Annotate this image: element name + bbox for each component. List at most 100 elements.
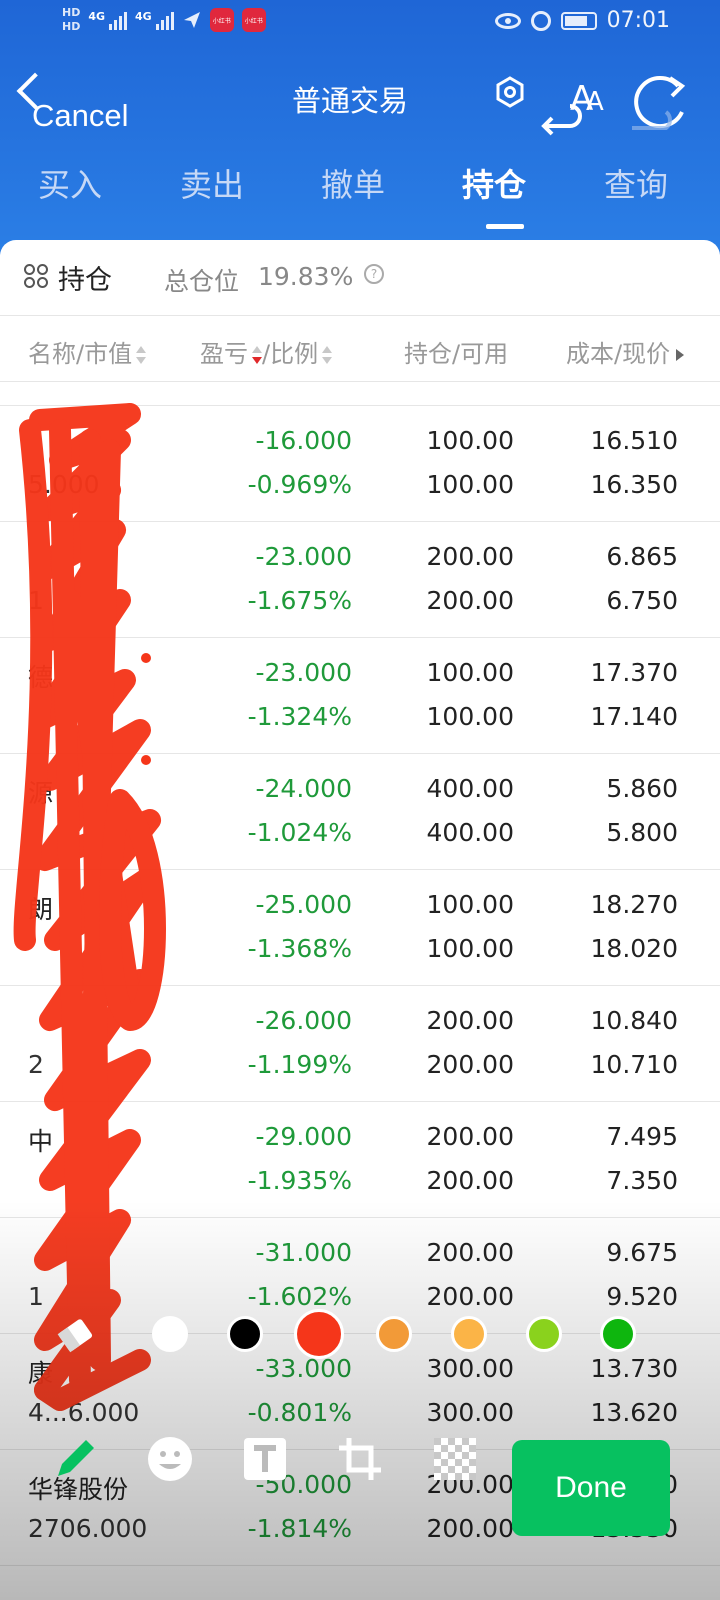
sort-desc-icon	[252, 346, 262, 364]
available-quantity: 100.00	[426, 702, 514, 731]
done-button[interactable]: Done	[512, 1440, 670, 1536]
holding-quantity: 200.00	[426, 542, 514, 571]
cancel-button[interactable]: Cancel	[32, 98, 129, 134]
header-name-value[interactable]: 名称/市值	[28, 334, 147, 369]
cost-price: 6.865	[606, 542, 678, 571]
tab-sell[interactable]: 卖出	[152, 160, 272, 206]
profit-loss-ratio: -1.024%	[247, 818, 352, 847]
table-row[interactable]: 2 -26.000 -1.199% 200.00 200.00 10.840 10.710	[0, 986, 720, 1102]
color-swatch[interactable]	[451, 1316, 487, 1352]
svg-text:A: A	[586, 87, 604, 117]
current-price: 5.800	[606, 818, 678, 847]
undo-icon[interactable]: A A	[540, 78, 610, 140]
refresh-icon[interactable]	[626, 72, 692, 140]
cost-price: 17.370	[590, 658, 678, 687]
tab-positions[interactable]: 持仓	[434, 160, 554, 206]
hexagon-settings-icon[interactable]	[494, 76, 526, 108]
holding-quantity: 100.00	[426, 426, 514, 455]
tab-query[interactable]: 查询	[576, 160, 696, 206]
available-quantity: 100.00	[426, 470, 514, 499]
profit-loss: -16.000	[255, 426, 353, 455]
market-value: 2706.000	[28, 1514, 148, 1543]
color-swatch[interactable]	[376, 1316, 412, 1352]
profit-loss: -26.000	[255, 1006, 353, 1035]
holding-quantity: 100.00	[426, 890, 514, 919]
header-label: 成本/现价	[566, 340, 671, 368]
holding-quantity: 200.00	[426, 1006, 514, 1035]
available-quantity: 200.00	[426, 1514, 514, 1543]
table-row[interactable]: 源 -24.000 -1.024% 400.00 400.00 5.860 5.800	[0, 754, 720, 870]
available-quantity: 200.00	[426, 1166, 514, 1195]
market-value: 2	[28, 1050, 44, 1079]
network-label-1: 4G	[88, 10, 106, 23]
hd-label-1: HD	[62, 6, 81, 19]
nav-bar: Cancel 普通交易 A A	[0, 60, 720, 150]
color-swatch[interactable]	[227, 1316, 263, 1352]
table-row[interactable]: 1 -23.000 -1.675% 200.00 200.00 6.865 6.750	[0, 522, 720, 638]
color-swatch[interactable]	[152, 1316, 188, 1352]
header-cost-price[interactable]: 成本/现价	[566, 334, 685, 369]
emoji-icon[interactable]	[145, 1434, 195, 1484]
signal-icon: 4G	[88, 10, 128, 30]
header-holding-available: 持仓/可用	[404, 334, 508, 369]
available-quantity: 200.00	[426, 1050, 514, 1079]
market-value: 5.000	[28, 470, 100, 499]
network-label-2: 4G	[135, 10, 152, 23]
table-divider	[0, 382, 720, 406]
header-profit-loss[interactable]: 盈亏/比例	[200, 334, 333, 369]
tab-buy[interactable]: 买入	[10, 160, 130, 206]
pencil-icon[interactable]	[50, 1434, 100, 1484]
cost-price: 5.860	[606, 774, 678, 803]
send-icon	[183, 12, 200, 28]
hd-indicator: HD HD	[62, 6, 80, 34]
total-position-label: 总仓位	[164, 267, 240, 296]
cost-price: 9.675	[606, 1238, 678, 1267]
positions-list: 5.000 -16.000 -0.969% 100.00 100.00 16.510 16.…	[0, 406, 720, 1566]
color-swatch[interactable]	[294, 1309, 344, 1359]
header-area: HD HD 4G 4G 小红书 小红书 07:01 Cancel 普通交易 A …	[0, 0, 720, 260]
cost-price: 7.495	[606, 1122, 678, 1151]
text-icon[interactable]	[240, 1434, 290, 1484]
cost-price: 18.270	[590, 890, 678, 919]
profit-loss: -23.000	[255, 658, 353, 687]
header-label: 持仓/可用	[404, 340, 509, 368]
app-badge-icon: 小红书	[241, 8, 266, 32]
color-swatch[interactable]	[600, 1316, 636, 1352]
profit-loss-ratio: -1.324%	[247, 702, 352, 731]
header-label: 盈亏	[200, 340, 248, 368]
app-badge-icon: 小红书	[209, 8, 234, 32]
color-swatch[interactable]	[526, 1316, 562, 1352]
total-position-value: 19.83%	[258, 262, 354, 291]
alarm-icon	[530, 10, 551, 31]
table-header: 名称/市值 盈亏/比例 持仓/可用 成本/现价	[0, 316, 720, 382]
stock-name: 朗	[28, 895, 54, 924]
stock-name: 源	[28, 779, 54, 808]
current-price: 17.140	[590, 702, 678, 731]
current-price: 10.710	[590, 1050, 678, 1079]
mosaic-icon[interactable]	[430, 1434, 480, 1484]
table-row[interactable]: 朗 -25.000 -1.368% 100.00 100.00 18.270 18.020	[0, 870, 720, 986]
current-price: 6.750	[606, 586, 678, 615]
battery-icon	[560, 11, 597, 30]
eraser-icon[interactable]	[54, 1314, 98, 1358]
market-value: 1	[28, 586, 44, 615]
status-time: 07:01	[606, 8, 670, 33]
profit-loss-ratio: -1.675%	[247, 586, 352, 615]
cost-price: 16.510	[590, 426, 678, 455]
header-label: /比例	[262, 340, 319, 368]
crop-icon[interactable]	[335, 1434, 385, 1484]
help-icon[interactable]: ?	[364, 264, 384, 284]
trade-tabs: 买入 卖出 撤单 持仓 查询	[0, 160, 720, 230]
tab-cancel-order[interactable]: 撤单	[293, 160, 413, 206]
profit-loss: -25.000	[255, 890, 353, 919]
holding-quantity: 400.00	[426, 774, 514, 803]
eye-icon	[494, 12, 521, 29]
table-row[interactable]: 德 -23.000 -1.324% 100.00 100.00 17.370 17.140	[0, 638, 720, 754]
grid-icon	[24, 264, 50, 290]
status-bar: HD HD 4G 4G 小红书 小红书 07:01	[0, 0, 720, 46]
profit-loss: -31.000	[255, 1238, 353, 1267]
table-row[interactable]: 中 -29.000 -1.935% 200.00 200.00 7.495 7.350	[0, 1102, 720, 1218]
stock-name: 德	[28, 663, 54, 692]
table-row[interactable]: 5.000 -16.000 -0.969% 100.00 100.00 16.510 16.…	[0, 406, 720, 522]
stock-name: 中	[28, 1127, 54, 1156]
